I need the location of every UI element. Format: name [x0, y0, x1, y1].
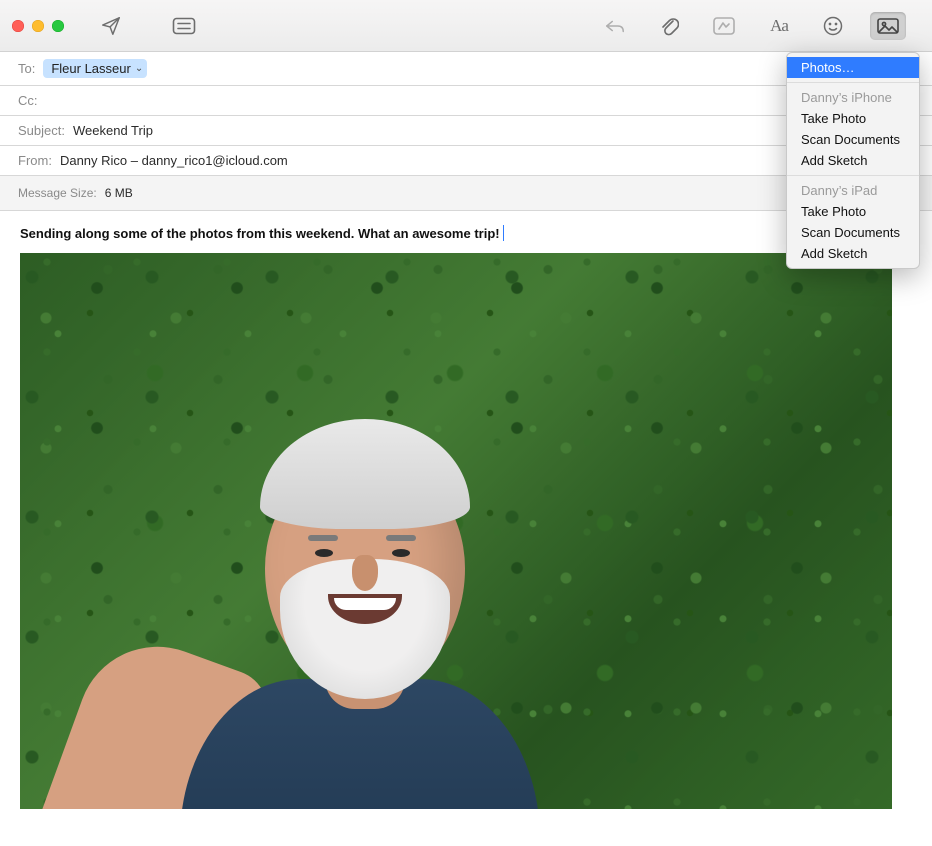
- header-fields-button[interactable]: [166, 12, 202, 40]
- send-options-button[interactable]: [128, 21, 142, 31]
- menu-section-iphone: Danny’s iPhone: [787, 87, 919, 108]
- message-size-label: Message Size:: [18, 186, 97, 200]
- markup-button[interactable]: [706, 12, 742, 40]
- recipient-name: Fleur Lasseur: [51, 61, 130, 76]
- send-button[interactable]: [94, 12, 128, 40]
- emoji-button[interactable]: [816, 12, 850, 40]
- photo-icon: [876, 17, 900, 35]
- menu-item-iphone-add-sketch[interactable]: Add Sketch: [787, 150, 919, 171]
- format-icon: Aa: [770, 16, 788, 36]
- photo-browser-menu: Photos… Danny’s iPhone Take Photo Scan D…: [786, 52, 920, 269]
- photo-browser-button[interactable]: [870, 12, 906, 40]
- send-segment: [94, 12, 142, 40]
- photo-browser-segment: [870, 12, 920, 40]
- chevron-down-icon: ⌄: [135, 63, 143, 74]
- header-fields-segment: [166, 12, 216, 40]
- menu-item-ipad-scan-documents[interactable]: Scan Documents: [787, 222, 919, 243]
- subject-value: Weekend Trip: [73, 123, 153, 138]
- chevron-down-icon: [130, 21, 140, 31]
- from-value: Danny Rico – danny_rico1@icloud.com: [60, 153, 288, 168]
- minimize-window-button[interactable]: [32, 20, 44, 32]
- attach-button[interactable]: [652, 12, 686, 40]
- subject-label: Subject:: [18, 123, 65, 138]
- menu-separator: [787, 82, 919, 83]
- recipient-pill[interactable]: Fleur Lasseur ⌄: [43, 59, 147, 78]
- text-cursor: [503, 225, 504, 241]
- compose-body[interactable]: Sending along some of the photos from th…: [0, 211, 932, 823]
- smiley-icon: [823, 16, 843, 36]
- menu-item-ipad-add-sketch[interactable]: Add Sketch: [787, 243, 919, 264]
- header-fields-options-button[interactable]: [202, 21, 216, 31]
- from-label: From:: [18, 153, 52, 168]
- menu-item-photos[interactable]: Photos…: [787, 57, 919, 78]
- attached-image[interactable]: [20, 253, 892, 809]
- body-text: Sending along some of the photos from th…: [20, 226, 500, 241]
- paperclip-icon: [659, 15, 679, 37]
- reply-button[interactable]: [598, 12, 632, 40]
- reply-arrow-icon: [604, 16, 626, 36]
- cc-label: Cc:: [18, 93, 38, 108]
- titlebar: Aa: [0, 0, 932, 52]
- close-window-button[interactable]: [12, 20, 24, 32]
- chevron-down-icon: [204, 21, 214, 31]
- markup-icon: [712, 16, 736, 36]
- menu-separator: [787, 175, 919, 176]
- menu-item-iphone-scan-documents[interactable]: Scan Documents: [787, 129, 919, 150]
- zoom-window-button[interactable]: [52, 20, 64, 32]
- menu-item-iphone-take-photo[interactable]: Take Photo: [787, 108, 919, 129]
- photo-person: [130, 429, 590, 809]
- menu-item-ipad-take-photo[interactable]: Take Photo: [787, 201, 919, 222]
- format-button[interactable]: Aa: [762, 12, 796, 40]
- message-size-value: 6 MB: [105, 186, 133, 200]
- to-label: To:: [18, 61, 35, 76]
- photo-browser-options-button[interactable]: [906, 21, 920, 31]
- menu-section-ipad: Danny’s iPad: [787, 180, 919, 201]
- toolbar-right-group: Aa: [598, 12, 920, 40]
- window-controls: [12, 20, 64, 32]
- chevron-down-icon: [908, 21, 918, 31]
- list-icon: [172, 17, 196, 35]
- paper-plane-icon: [100, 15, 122, 37]
